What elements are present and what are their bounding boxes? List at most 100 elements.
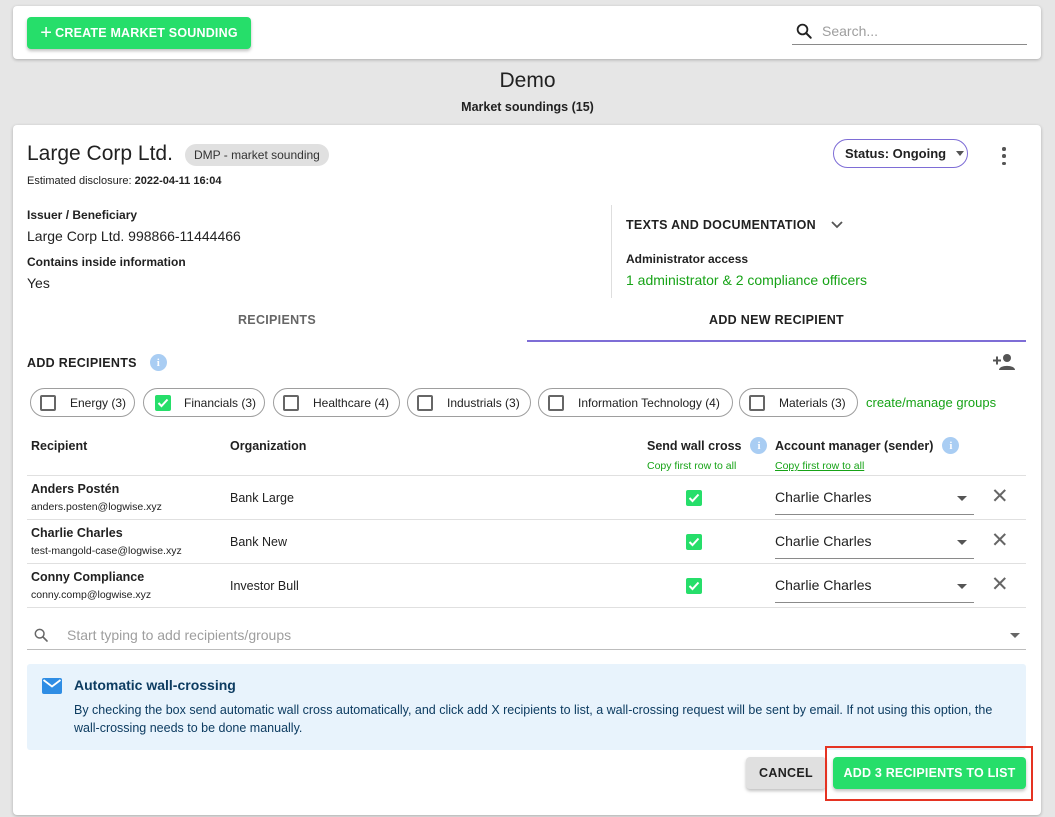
texts-documentation-label: TEXTS AND DOCUMENTATION (626, 218, 816, 232)
account-manager-select[interactable]: Charlie Charles (775, 567, 974, 603)
group-chip-materials[interactable]: Materials (3) (739, 388, 858, 417)
create-market-sounding-button[interactable]: + CREATE MARKET SOUNDING (27, 17, 251, 49)
recipient-name: Anders Postén (31, 482, 120, 496)
page-title: Demo (499, 69, 556, 92)
more-options-icon[interactable] (999, 147, 1009, 165)
alert-title: Automatic wall-crossing (74, 677, 236, 693)
admin-access-link[interactable]: 1 administrator & 2 compliance officers (626, 272, 867, 288)
recipient-organization: Bank Large (230, 491, 294, 505)
recipient-organization: Investor Bull (230, 579, 299, 593)
group-chip-label: Financials (3) (184, 395, 257, 410)
estimated-disclosure-label: Estimated disclosure: (27, 175, 132, 187)
wall-cross-checkbox[interactable] (686, 490, 702, 506)
copy-first-row-manager[interactable]: Copy first row to all (775, 460, 864, 472)
market-sounding-card: Large Corp Ltd. DMP - market sounding Es… (13, 125, 1041, 815)
column-header-organization: Organization (230, 439, 307, 453)
caret-down-icon (957, 540, 967, 545)
recipient-email: test-mangold-case@logwise.xyz (31, 545, 182, 557)
alert-text: By checking the box send automatic wall … (74, 703, 993, 735)
status-dropdown[interactable]: Status: Ongoing (833, 139, 968, 168)
recipient-email: conny.comp@logwise.xyz (31, 589, 152, 601)
group-chip-energy[interactable]: Energy (3) (30, 388, 135, 417)
issuer-label: Issuer / Beneficiary (27, 208, 138, 222)
wall-cross-header-label: Send wall cross (647, 438, 742, 453)
account-manager-header-label: Account manager (sender) (775, 438, 934, 453)
search-icon (796, 23, 812, 39)
admin-access-label: Administrator access (626, 252, 749, 266)
active-tab-indicator (527, 340, 1026, 342)
group-chip-information-technology[interactable]: Information Technology (4) (538, 388, 733, 417)
search-placeholder: Search... (822, 23, 879, 39)
info-icon[interactable]: i (149, 354, 167, 371)
info-icon[interactable]: i (750, 437, 768, 454)
company-name: Large Corp Ltd. (27, 142, 173, 165)
check-icon (688, 537, 700, 547)
wall-crossing-alert: Automatic wall-crossing By checking the … (27, 664, 1026, 750)
chevron-down-icon (831, 221, 843, 229)
page-subtitle: Market soundings (15) (461, 100, 594, 114)
remove-row-close-icon[interactable]: ✕ (991, 574, 1009, 595)
issuer-value: Large Corp Ltd. 998866-11444466 (27, 228, 241, 244)
checkbox[interactable] (283, 394, 299, 411)
group-chip-label: Energy (3) (70, 395, 127, 410)
account-manager-value: Charlie Charles (775, 532, 872, 549)
divider (611, 205, 612, 298)
remove-row-close-icon[interactable]: ✕ (991, 486, 1009, 507)
row-divider (27, 607, 1026, 608)
check-icon (157, 398, 169, 407)
checkbox[interactable] (40, 394, 56, 411)
group-chip-industrials[interactable]: Industrials (3) (407, 388, 531, 417)
recipient-name: Charlie Charles (31, 526, 123, 540)
check-icon (688, 581, 700, 591)
estimated-disclosure: Estimated disclosure: 2022-04-11 16:04 (27, 175, 221, 187)
tab-recipients[interactable]: RECIPIENTS (27, 313, 527, 327)
add-recipients-title: ADD RECIPIENTS (27, 355, 137, 370)
group-chip-label: Healthcare (4) (313, 395, 390, 410)
cancel-button[interactable]: CANCEL (746, 757, 826, 789)
tab-add-new-recipient[interactable]: ADD NEW RECIPIENT (527, 313, 1026, 327)
add-recipient-placeholder: Start typing to add recipients/groups (67, 626, 292, 643)
search-input[interactable]: Search... (792, 18, 1027, 45)
column-header-wall-cross: Send wall cross i (647, 437, 768, 454)
table-row: Conny Compliance conny.comp@logwise.xyz … (13, 563, 1041, 607)
sounding-type-chip: DMP - market sounding (185, 144, 329, 166)
remove-row-close-icon[interactable]: ✕ (991, 530, 1009, 551)
checkbox[interactable] (548, 394, 564, 411)
manage-groups-link[interactable]: create/manage groups (866, 395, 996, 410)
search-icon (34, 628, 48, 642)
group-chip-label: Industrials (3) (447, 395, 520, 410)
caret-down-icon (957, 496, 967, 501)
column-header-recipient: Recipient (31, 439, 88, 453)
add-person-icon[interactable] (993, 353, 1016, 371)
caret-down-icon (956, 151, 965, 156)
table-row: Charlie Charles test-mangold-case@logwis… (13, 519, 1041, 563)
group-chip-label: Information Technology (4) (578, 395, 720, 410)
add-recipient-input[interactable]: Start typing to add recipients/groups (27, 620, 1026, 650)
account-manager-value: Charlie Charles (775, 576, 872, 593)
account-manager-value: Charlie Charles (775, 488, 872, 505)
recipient-organization: Bank New (230, 535, 287, 549)
account-manager-select[interactable]: Charlie Charles (775, 523, 974, 559)
group-chip-label: Materials (3) (779, 395, 846, 410)
plus-icon: + (40, 22, 53, 44)
account-manager-select[interactable]: Charlie Charles (775, 479, 974, 515)
checkbox-checked[interactable] (155, 394, 171, 411)
texts-documentation-toggle[interactable]: TEXTS AND DOCUMENTATION (626, 218, 843, 232)
mail-icon (42, 678, 62, 694)
top-toolbar: + CREATE MARKET SOUNDING Search... (13, 6, 1041, 59)
checkbox[interactable] (417, 394, 433, 411)
check-icon (688, 493, 700, 503)
group-chip-financials[interactable]: Financials (3) (143, 388, 265, 417)
inside-info-label: Contains inside information (27, 255, 186, 269)
column-header-account-manager: Account manager (sender) i (775, 437, 960, 454)
caret-down-icon (957, 584, 967, 589)
wall-cross-checkbox[interactable] (686, 578, 702, 594)
copy-first-row-wall-cross[interactable]: Copy first row to all (647, 460, 736, 472)
wall-cross-checkbox[interactable] (686, 534, 702, 550)
table-row: Anders Postén anders.posten@logwise.xyz … (13, 475, 1041, 519)
highlight-box (825, 746, 1033, 801)
inside-info-value: Yes (27, 275, 50, 291)
info-icon[interactable]: i (942, 437, 960, 454)
checkbox[interactable] (749, 394, 765, 411)
group-chip-healthcare[interactable]: Healthcare (4) (273, 388, 400, 417)
